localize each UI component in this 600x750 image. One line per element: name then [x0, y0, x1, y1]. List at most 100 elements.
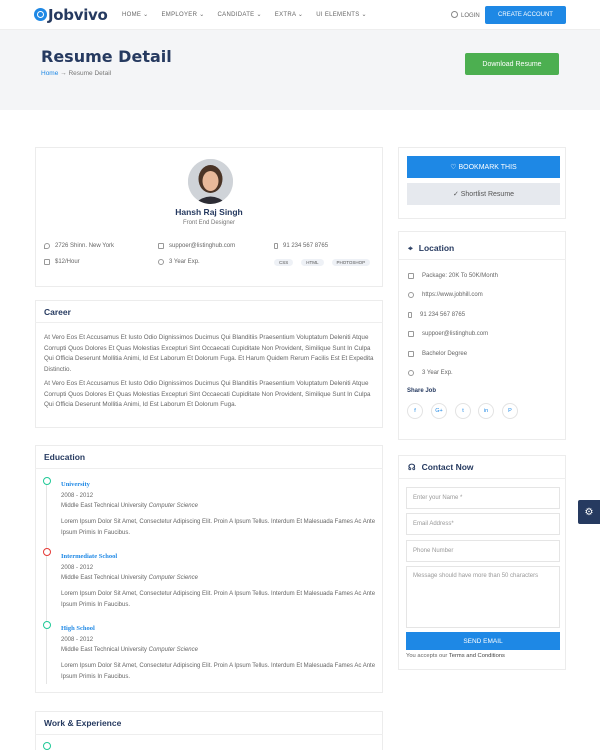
experience-info: 3 Year Exp.	[158, 259, 200, 265]
location-item-text: suppoer@listinghub.com	[422, 331, 489, 337]
location-pin-icon: ⌖	[408, 243, 413, 253]
email-info: suppoer@listinghub.com	[158, 243, 235, 249]
terms-prefix: You accepts our	[406, 653, 449, 659]
bookmark-button[interactable]: ♡ BOOKMARK THIS	[407, 156, 560, 178]
send-email-button[interactable]: SEND EMAIL	[406, 632, 560, 650]
mail-icon	[408, 331, 414, 337]
skill-tag: CSS	[274, 259, 294, 266]
breadcrumb-home[interactable]: Home	[41, 70, 58, 77]
education-item-year: 2008 - 2012	[61, 565, 94, 571]
twitter-icon[interactable]: t	[455, 403, 471, 419]
bookmark-label: ♡ BOOKMARK THIS	[450, 164, 517, 171]
nav-extra[interactable]: EXTRA ⌄	[275, 11, 303, 18]
education-item-school: Middle East Technical University Compute…	[61, 503, 198, 509]
nav-home[interactable]: HOME ⌄	[122, 11, 149, 18]
breadcrumb: Home → Resume Detail	[41, 70, 111, 77]
location-item: https://www.jobhill.com	[408, 292, 483, 298]
shortlist-label: ✓ Shortlist Resume	[452, 191, 515, 198]
location-item: Bachelor Degree	[408, 351, 467, 357]
skill-tags: CSS HTML PHOTOSHOP	[274, 259, 373, 266]
shortlist-button[interactable]: ✓ Shortlist Resume	[407, 183, 560, 205]
terms-link[interactable]: Terms and Conditions	[449, 653, 505, 659]
location-item: 3 Year Exp.	[408, 370, 453, 376]
email-text: suppoer@listinghub.com	[169, 243, 236, 249]
career-paragraph: At Vero Eos Et Accusamus Et Iusto Odio D…	[44, 334, 374, 373]
address-info: 2726 Shinn. New York	[44, 243, 114, 249]
education-title: Education	[44, 452, 86, 462]
nav-ui-elements[interactable]: UI ELEMENTS ⌄	[316, 11, 367, 18]
divider	[35, 468, 383, 469]
career-paragraph: At Vero Eos Et Accusamus Et Iusto Odio D…	[44, 380, 371, 408]
work-title: Work & Experience	[44, 718, 122, 728]
education-item-year: 2008 - 2012	[61, 637, 94, 643]
name-field[interactable]: Enter your Name *	[406, 487, 560, 509]
phone-info: 91 234 567 8765	[274, 243, 328, 249]
location-item: 91 234 567 8765	[408, 312, 465, 318]
google-plus-glyph: G+	[435, 408, 443, 414]
headset-icon: ☊	[408, 462, 416, 472]
settings-gear-icon[interactable]: ⚙	[578, 500, 600, 524]
facebook-icon[interactable]: f	[407, 403, 423, 419]
education-item-school: Middle East Technical University Compute…	[61, 575, 198, 581]
linkedin-glyph: in	[483, 408, 489, 414]
school-name: Middle East Technical University	[61, 647, 147, 653]
phone-icon	[274, 243, 278, 249]
login-link[interactable]: LOGIN	[451, 11, 480, 19]
nav-employer[interactable]: EMPLOYER ⌄	[162, 11, 205, 18]
mail-icon	[158, 243, 164, 249]
location-item-text: 91 234 567 8765	[420, 312, 466, 318]
education-item-desc: Lorem Ipsum Dolor Sit Amet, Consectetur …	[61, 519, 376, 536]
skill-tag: PHOTOSHOP	[331, 259, 371, 266]
login-label: LOGIN	[461, 13, 480, 19]
location-item-text: Bachelor Degree	[422, 351, 468, 357]
phone-text: 91 234 567 8765	[283, 243, 329, 249]
location-item: suppoer@listinghub.com	[408, 331, 488, 337]
field-of-study: Computer Science	[148, 647, 198, 653]
globe-icon	[408, 292, 414, 298]
logo-search-icon	[34, 8, 47, 21]
school-name: Middle East Technical University	[61, 575, 147, 581]
avatar-image	[188, 159, 233, 204]
location-item-text: 3 Year Exp.	[422, 370, 453, 376]
twitter-glyph: t	[462, 408, 464, 414]
google-plus-icon[interactable]: G+	[431, 403, 447, 419]
divider	[35, 734, 383, 735]
linkedin-icon[interactable]: in	[478, 403, 494, 419]
create-account-button[interactable]: CREATE ACCOUNT	[485, 6, 566, 24]
contact-title-text: Contact Now	[421, 462, 474, 472]
package-icon	[408, 273, 414, 279]
send-email-label: SEND EMAIL	[463, 637, 503, 645]
message-field[interactable]: Message should have more than 50 charact…	[406, 566, 560, 628]
rate-info: $12/Hour	[44, 259, 80, 265]
breadcrumb-current: Resume Detail	[68, 70, 112, 77]
divider	[35, 322, 383, 323]
education-item-title: Intermediate School	[61, 553, 118, 560]
field-of-study: Computer Science	[148, 575, 198, 581]
location-item: Package: 20K To 50K/Month	[408, 273, 498, 279]
email-field[interactable]: Email Address*	[406, 513, 560, 535]
pinterest-glyph: P	[508, 408, 512, 414]
experience-text: 3 Year Exp.	[169, 259, 200, 265]
education-item-desc: Lorem Ipsum Dolor Sit Amet, Consectetur …	[61, 663, 376, 680]
phone-field[interactable]: Phone Number	[406, 540, 560, 562]
address-text: 2726 Shinn. New York	[55, 243, 115, 249]
main-nav: HOME ⌄ EMPLOYER ⌄ CANDIDATE ⌄ EXTRA ⌄ UI…	[122, 11, 367, 18]
degree-icon	[408, 351, 414, 357]
location-item-text[interactable]: https://www.jobhill.com	[422, 292, 483, 298]
logo[interactable]: Jobvivo	[34, 6, 108, 24]
pinterest-icon[interactable]: P	[502, 403, 518, 419]
timeline-dot	[43, 548, 51, 556]
timeline-dot	[43, 742, 51, 750]
work-card	[35, 711, 383, 750]
user-icon	[451, 11, 458, 18]
education-item-year: 2008 - 2012	[61, 493, 94, 499]
page-title: Resume Detail	[41, 47, 172, 66]
download-resume-button[interactable]: Download Resume	[465, 53, 559, 75]
wallet-icon	[44, 259, 50, 265]
terms-text: You accepts our Terms and Conditions	[406, 653, 505, 659]
map-pin-icon	[44, 243, 50, 249]
nav-candidate[interactable]: CANDIDATE ⌄	[218, 11, 262, 18]
breadcrumb-separator: →	[58, 70, 69, 77]
contact-title: ☊ Contact Now	[408, 462, 474, 473]
divider	[398, 478, 566, 479]
